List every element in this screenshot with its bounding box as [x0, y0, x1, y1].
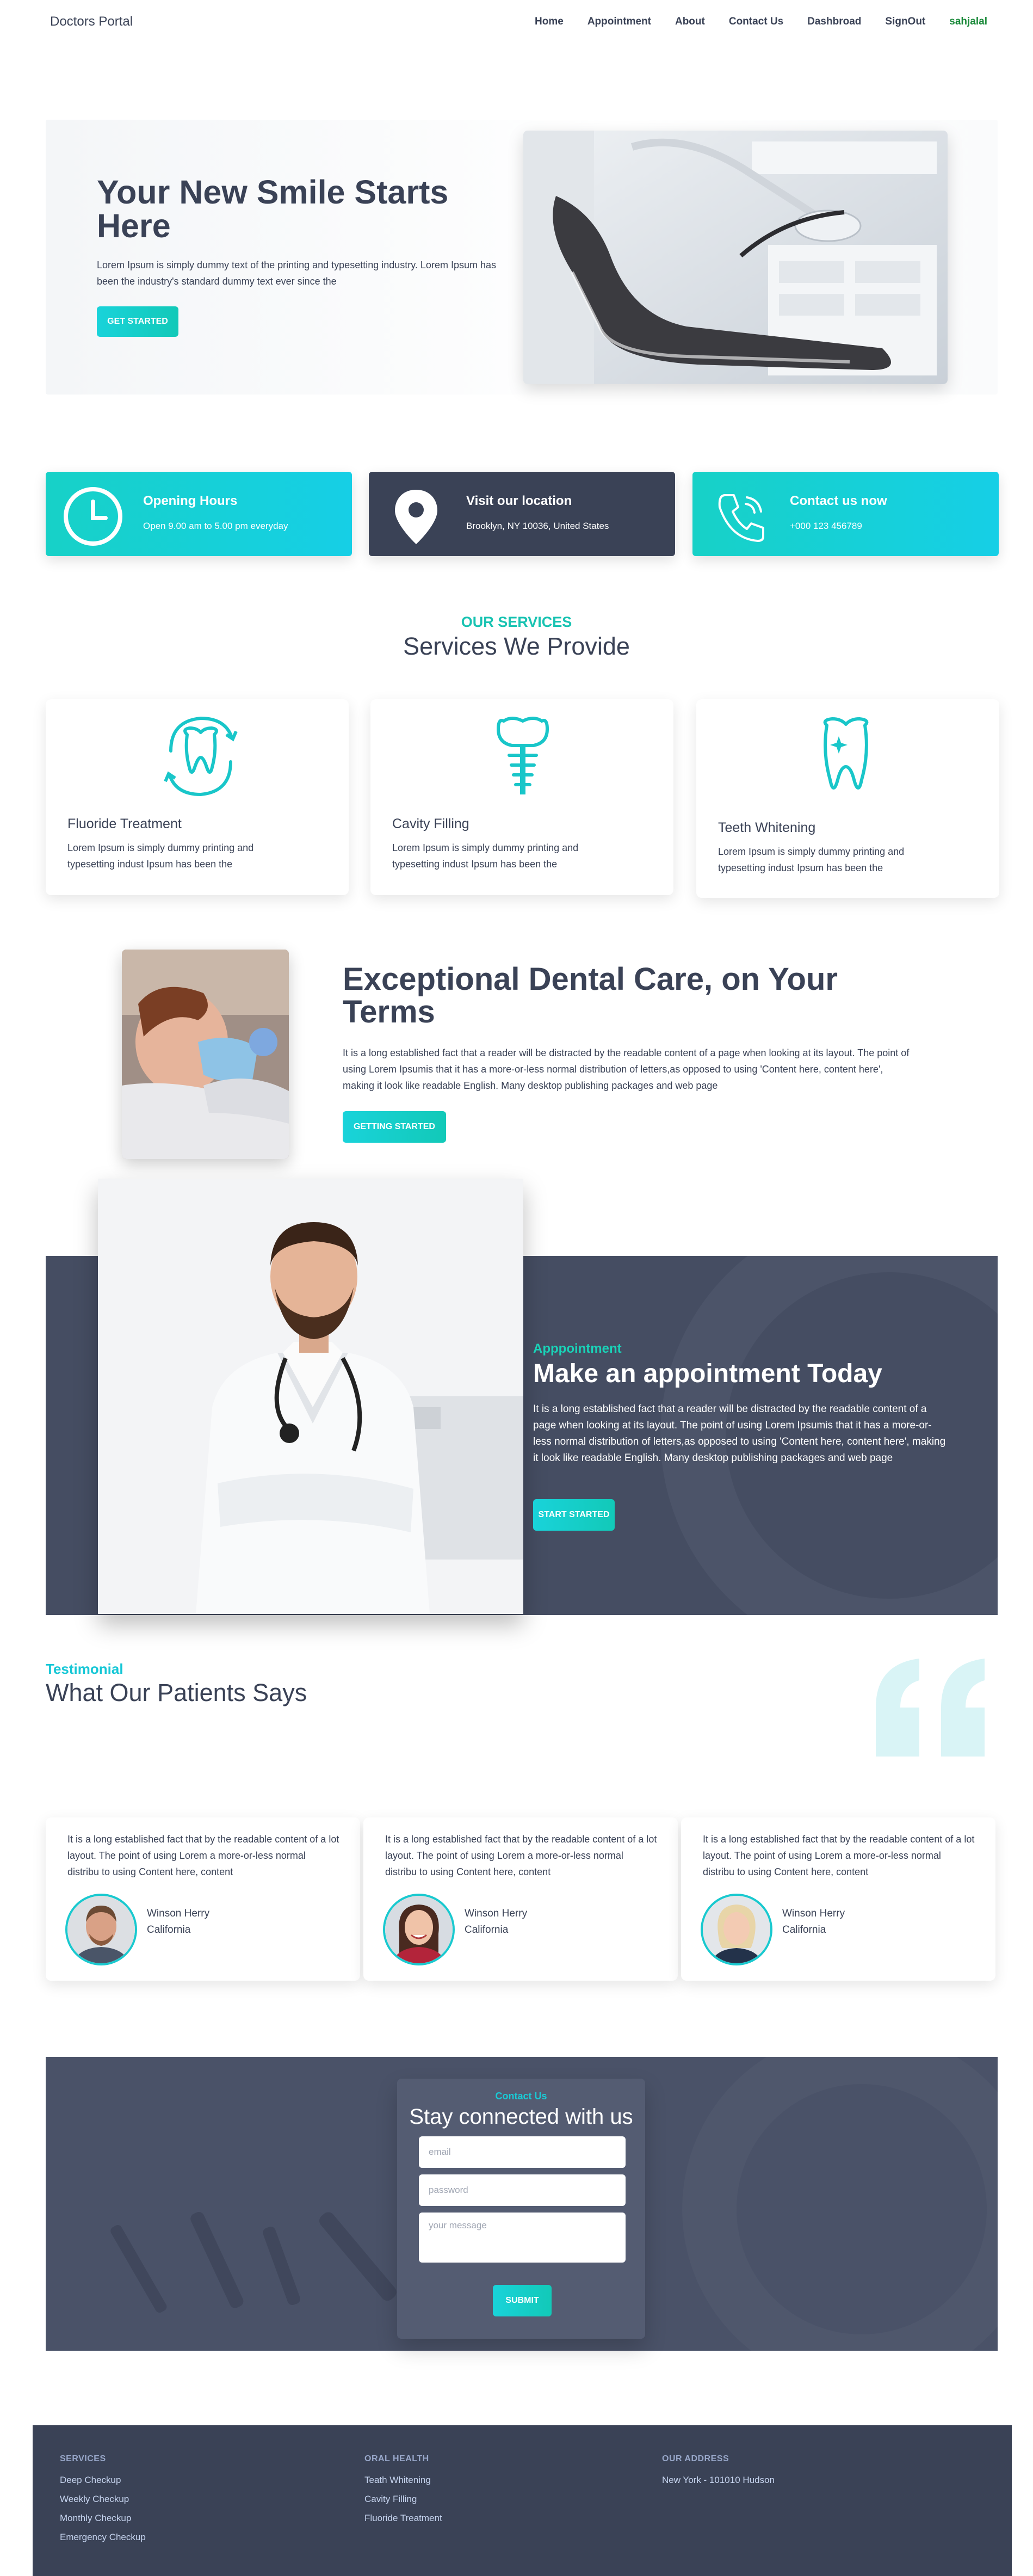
clock-icon: [64, 487, 122, 546]
dental-chair-image: [523, 131, 948, 384]
service-name: Teeth Whitening: [718, 820, 816, 835]
service-name: Cavity Filling: [392, 816, 469, 831]
service-card-cavity[interactable]: Cavity Filling Lorem Ipsum is simply dum…: [370, 699, 673, 895]
footer-link[interactable]: Monthly Checkup: [60, 2513, 146, 2524]
testimonial-card: It is a long established fact that by th…: [363, 1817, 678, 1981]
location-card: Visit our location Brooklyn, NY 10036, U…: [369, 472, 675, 556]
contact-card: Contact us now +000 123 456789: [692, 472, 999, 556]
nav-link-about[interactable]: About: [675, 16, 705, 28]
avatar: [383, 1894, 455, 1965]
quote-icon: [876, 1659, 985, 1757]
dental-patient-image: [122, 950, 289, 1159]
opening-hours-title: Opening Hours: [143, 494, 238, 508]
footer-address: New York - 101010 Hudson: [662, 2475, 775, 2485]
services-title: Services We Provide: [403, 632, 630, 660]
service-card-fluoride[interactable]: Fluoride Treatment Lorem Ipsum is simply…: [46, 699, 349, 895]
footer: [33, 2425, 1012, 2576]
submit-button[interactable]: SUBMIT: [493, 2285, 552, 2316]
nav-user-name[interactable]: sahjalal: [949, 16, 987, 28]
getting-started-button[interactable]: GETTING STARTED: [343, 1111, 446, 1143]
footer-heading: SERVICES: [60, 2454, 106, 2463]
appointment-title: Make an appointment Today: [533, 1359, 882, 1388]
testimonial-text: It is a long established fact that by th…: [703, 1834, 975, 1877]
avatar: [701, 1894, 772, 1965]
message-field[interactable]: [419, 2213, 626, 2263]
exceptional-text: It is a long established fact that a rea…: [343, 1047, 910, 1091]
testimonial-card: It is a long established fact that by th…: [681, 1817, 995, 1981]
service-text: Lorem Ipsum is simply dummy printing and…: [392, 842, 579, 870]
nav-menu: Home Appointment About Contact Us Dashbr…: [535, 16, 987, 28]
testimonial-title: What Our Patients Says: [46, 1679, 307, 1706]
footer-link[interactable]: Fluoride Treatment: [364, 2513, 442, 2524]
service-card-whitening[interactable]: Teeth Whitening Lorem Ipsum is simply du…: [696, 699, 999, 898]
nav-link-signout[interactable]: SignOut: [885, 16, 925, 28]
appointment-text: It is a long established fact that a rea…: [533, 1403, 946, 1464]
patient-name: Winson Herry: [465, 1908, 528, 1919]
patient-name: Winson Herry: [782, 1908, 845, 1919]
contact-subtitle: Contact Us: [495, 2091, 547, 2102]
appointment-subtitle: Apppointment: [533, 1341, 622, 1356]
tooth-refresh-icon: [164, 716, 238, 797]
services-subtitle: OUR SERVICES: [461, 614, 572, 630]
contact-title: Stay connected with us: [409, 2105, 633, 2129]
patient-location: California: [147, 1924, 191, 1936]
footer-column-services: SERVICES Deep Checkup Weekly Checkup Mon…: [60, 2454, 146, 2551]
footer-column-oral-health: ORAL HEALTH Teath Whitening Cavity Filli…: [364, 2454, 442, 2532]
hero-get-started-button[interactable]: GET STARTED: [97, 306, 178, 337]
location-text: Brooklyn, NY 10036, United States: [466, 521, 609, 531]
nav-link-home[interactable]: Home: [535, 16, 564, 28]
nav-link-contact[interactable]: Contact Us: [729, 16, 783, 28]
service-text: Lorem Ipsum is simply dummy printing and…: [718, 846, 905, 873]
location-title: Visit our location: [466, 494, 572, 508]
opening-hours-card: Opening Hours Open 9.00 am to 5.00 pm ev…: [46, 472, 352, 556]
tooth-implant-icon: [496, 717, 549, 794]
doctor-image: [98, 1179, 523, 1614]
footer-column-address: OUR ADDRESS New York - 101010 Hudson: [662, 2454, 775, 2494]
service-text: Lorem Ipsum is simply dummy printing and…: [67, 842, 254, 870]
password-field[interactable]: [419, 2174, 626, 2206]
avatar: [65, 1894, 137, 1965]
footer-link[interactable]: Teath Whitening: [364, 2475, 442, 2486]
service-name: Fluoride Treatment: [67, 816, 182, 831]
footer-link[interactable]: Cavity Filling: [364, 2494, 442, 2505]
patient-name: Winson Herry: [147, 1908, 210, 1919]
testimonial-text: It is a long established fact that by th…: [385, 1834, 657, 1877]
opening-hours-text: Open 9.00 am to 5.00 pm everyday: [143, 521, 288, 531]
nav-link-appointment[interactable]: Appointment: [587, 16, 651, 28]
footer-link[interactable]: Weekly Checkup: [60, 2494, 146, 2505]
hero-title: Your New Smile Starts Here: [97, 174, 449, 244]
footer-heading: OUR ADDRESS: [662, 2454, 729, 2463]
exceptional-title: Exceptional Dental Care, on Your Terms: [343, 962, 838, 1030]
contact-title: Contact us now: [790, 494, 887, 508]
footer-heading: ORAL HEALTH: [364, 2454, 429, 2463]
patient-location: California: [465, 1924, 509, 1936]
appointment-start-button[interactable]: START STARTED: [533, 1499, 615, 1531]
testimonial-card: It is a long established fact that by th…: [46, 1817, 360, 1981]
footer-link[interactable]: Emergency Checkup: [60, 2532, 146, 2543]
testimonial-text: It is a long established fact that by th…: [67, 1834, 339, 1877]
page: Doctors Portal Home Appointment About Co…: [0, 0, 1033, 2576]
brand-logo[interactable]: Doctors Portal: [50, 14, 133, 29]
email-field[interactable]: [419, 2136, 626, 2168]
contact-text: +000 123 456789: [790, 521, 862, 531]
nav-link-dashboard[interactable]: Dashbroad: [807, 16, 861, 28]
navbar: Doctors Portal Home Appointment About Co…: [0, 0, 1033, 46]
testimonial-subtitle: Testimonial: [46, 1661, 123, 1677]
tooth-sparkle-icon: [823, 717, 869, 790]
map-pin-icon: [395, 490, 437, 544]
hero-text: Lorem Ipsum is simply dummy text of the …: [97, 260, 496, 287]
phone-icon: [718, 494, 764, 542]
footer-link[interactable]: Deep Checkup: [60, 2475, 146, 2486]
patient-location: California: [782, 1924, 826, 1936]
